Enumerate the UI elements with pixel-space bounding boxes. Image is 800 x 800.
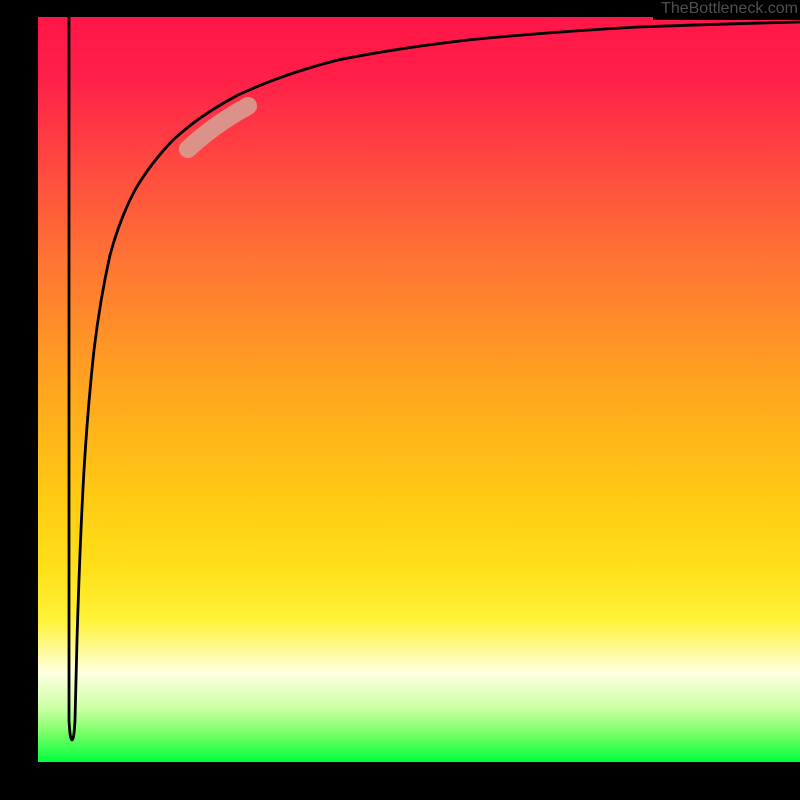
bottleneck-curve	[69, 17, 800, 740]
highlight-segment	[188, 106, 248, 149]
chart-frame: TheBottleneck.com	[0, 0, 800, 800]
plot-area: TheBottleneck.com	[38, 0, 800, 762]
attribution-text: TheBottleneck.com	[653, 0, 800, 20]
chart-svg	[38, 0, 800, 762]
